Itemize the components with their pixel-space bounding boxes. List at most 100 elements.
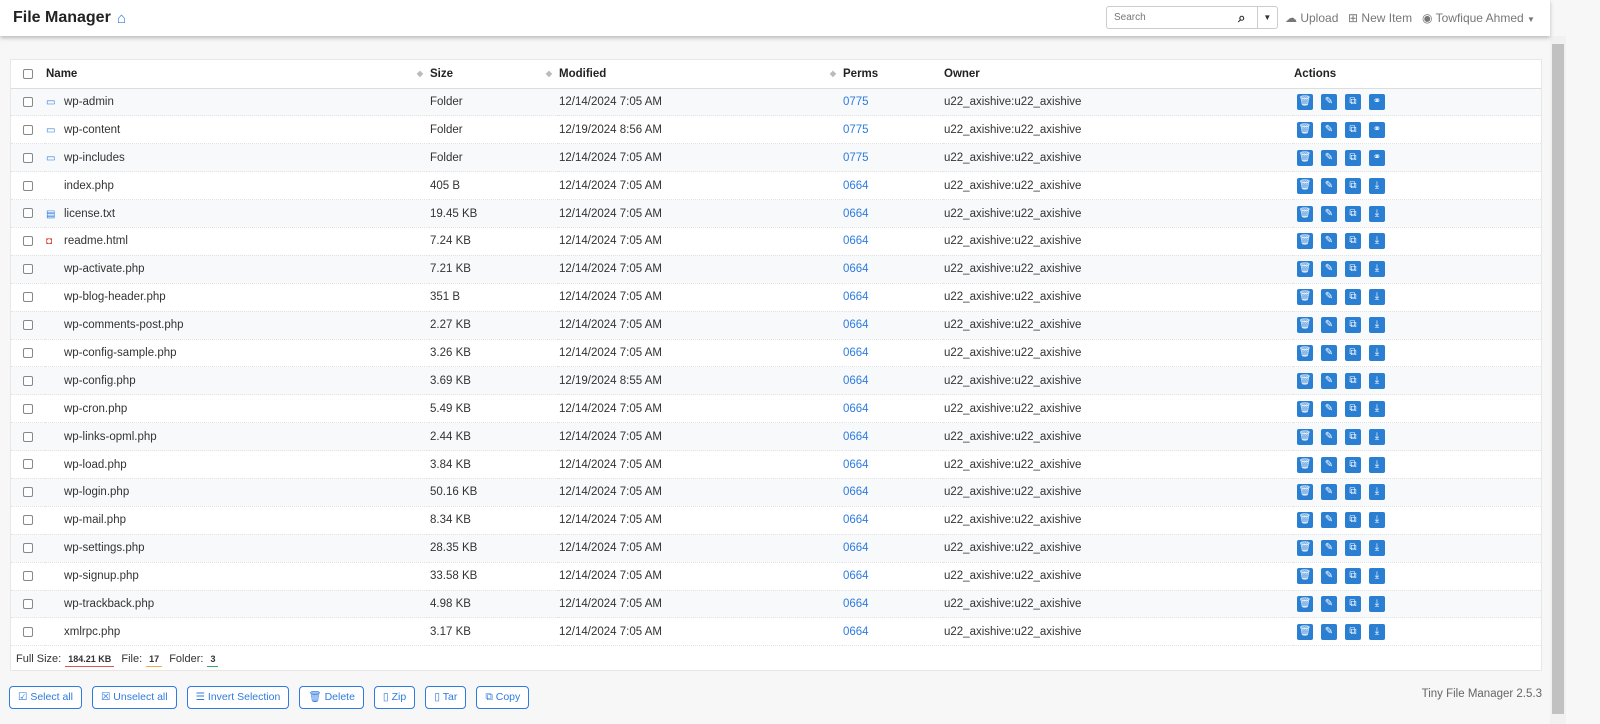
copy-button[interactable]: ⧉ Copy [476,686,530,709]
copy-icon[interactable]: ⧉ [1345,289,1361,306]
tar-button[interactable]: ▯ Tar [425,686,467,709]
perms-link[interactable]: 0664 [843,208,869,220]
file-name-link[interactable]: wp-includes [64,152,125,164]
download-icon[interactable]: ⤓ [1369,233,1385,250]
delete-icon[interactable]: 🗑 [1297,121,1313,138]
delete-icon[interactable]: 🗑 [1297,149,1313,166]
perms-link[interactable]: 0775 [843,96,869,108]
delete-icon[interactable]: 🗑 [1297,540,1313,557]
file-name-link[interactable]: xmlrpc.php [64,626,120,638]
download-icon[interactable]: ⤓ [1369,177,1385,194]
perms-link[interactable]: 0664 [843,180,869,192]
perms-link[interactable]: 0664 [843,235,869,247]
copy-icon[interactable]: ⧉ [1345,623,1361,640]
download-icon[interactable]: ⤓ [1369,261,1385,278]
edit-icon[interactable]: ✎ [1321,540,1337,557]
file-name-link[interactable]: wp-signup.php [64,570,139,582]
row-checkbox[interactable] [23,459,33,470]
file-name-link[interactable]: wp-trackback.php [64,598,154,610]
copy-icon[interactable]: ⧉ [1345,233,1361,250]
link-icon[interactable]: ⚭ [1369,93,1385,110]
perms-link[interactable]: 0775 [843,152,869,164]
delete-icon[interactable]: 🗑 [1297,233,1313,250]
file-name-link[interactable]: wp-config.php [64,375,136,387]
row-checkbox[interactable] [23,543,33,554]
row-checkbox[interactable] [23,626,33,637]
edit-icon[interactable]: ✎ [1321,289,1337,306]
copy-icon[interactable]: ⧉ [1345,512,1361,529]
row-checkbox[interactable] [23,571,33,582]
copy-icon[interactable]: ⧉ [1345,205,1361,222]
delete-icon[interactable]: 🗑 [1297,428,1313,445]
user-menu[interactable]: ◉ Towfique Ahmed ▼ [1422,11,1535,25]
file-name-link[interactable]: wp-links-opml.php [64,431,157,443]
edit-icon[interactable]: ✎ [1321,595,1337,612]
download-icon[interactable]: ⤓ [1369,456,1385,473]
invert-selection-button[interactable]: ☰ Invert Selection [186,686,290,709]
delete-icon[interactable]: 🗑 [1297,177,1313,194]
row-checkbox[interactable] [23,515,33,526]
perms-link[interactable]: 0664 [843,319,869,331]
copy-icon[interactable]: ⧉ [1345,93,1361,110]
delete-icon[interactable]: 🗑 [1297,372,1313,389]
perms-link[interactable]: 0664 [843,291,869,303]
download-icon[interactable]: ⤓ [1369,568,1385,585]
unselect-all-button[interactable]: ☒ Unselect all [91,686,177,709]
download-icon[interactable]: ⤓ [1369,623,1385,640]
file-name-link[interactable]: wp-content [64,124,120,136]
col-modified[interactable]: Modified ◆ [558,60,842,89]
delete-icon[interactable]: 🗑 [1297,261,1313,278]
row-checkbox[interactable] [23,124,33,135]
delete-icon[interactable]: 🗑 [1297,205,1313,222]
perms-link[interactable]: 0664 [843,598,869,610]
copy-icon[interactable]: ⧉ [1345,317,1361,334]
edit-icon[interactable]: ✎ [1321,400,1337,417]
home-icon[interactable]: ⌂ [117,10,126,27]
copy-icon[interactable]: ⧉ [1345,568,1361,585]
file-name-link[interactable]: wp-admin [64,96,114,108]
edit-icon[interactable]: ✎ [1321,456,1337,473]
copy-icon[interactable]: ⧉ [1345,177,1361,194]
copy-icon[interactable]: ⧉ [1345,428,1361,445]
copy-icon[interactable]: ⧉ [1345,344,1361,361]
download-icon[interactable]: ⤓ [1369,372,1385,389]
file-name-link[interactable]: wp-mail.php [64,514,126,526]
delete-icon[interactable]: 🗑 [1297,484,1313,501]
perms-link[interactable]: 0664 [843,542,869,554]
copy-icon[interactable]: ⧉ [1345,595,1361,612]
file-name-link[interactable]: wp-config-sample.php [64,347,177,359]
file-name-link[interactable]: readme.html [64,235,128,247]
download-icon[interactable]: ⤓ [1369,540,1385,557]
perms-link[interactable]: 0664 [843,626,869,638]
download-icon[interactable]: ⤓ [1369,484,1385,501]
edit-icon[interactable]: ✎ [1321,317,1337,334]
edit-icon[interactable]: ✎ [1321,623,1337,640]
scrollbar-thumb[interactable] [1552,44,1564,714]
perms-link[interactable]: 0664 [843,431,869,443]
download-icon[interactable]: ⤓ [1369,512,1385,529]
file-name-link[interactable]: index.php [64,180,114,192]
copy-icon[interactable]: ⧉ [1345,540,1361,557]
edit-icon[interactable]: ✎ [1321,261,1337,278]
file-name-link[interactable]: wp-activate.php [64,263,145,275]
delete-icon[interactable]: 🗑 [1297,568,1313,585]
search-icon[interactable]: ⌕ [1227,7,1257,28]
delete-icon[interactable]: 🗑 [1297,289,1313,306]
col-size[interactable]: Size ◆ [429,60,558,89]
delete-icon[interactable]: 🗑 [1297,400,1313,417]
edit-icon[interactable]: ✎ [1321,484,1337,501]
file-name-link[interactable]: wp-settings.php [64,542,145,554]
row-checkbox[interactable] [23,347,33,358]
row-checkbox[interactable] [23,96,33,107]
perms-link[interactable]: 0664 [843,263,869,275]
delete-icon[interactable]: 🗑 [1297,595,1313,612]
upload-link[interactable]: ☁ Upload [1285,11,1338,25]
link-icon[interactable]: ⚭ [1369,149,1385,166]
download-icon[interactable]: ⤓ [1369,289,1385,306]
delete-icon[interactable]: 🗑 [1297,456,1313,473]
edit-icon[interactable]: ✎ [1321,233,1337,250]
copy-icon[interactable]: ⧉ [1345,456,1361,473]
delete-icon[interactable]: 🗑 [1297,317,1313,334]
edit-icon[interactable]: ✎ [1321,568,1337,585]
copy-icon[interactable]: ⧉ [1345,372,1361,389]
